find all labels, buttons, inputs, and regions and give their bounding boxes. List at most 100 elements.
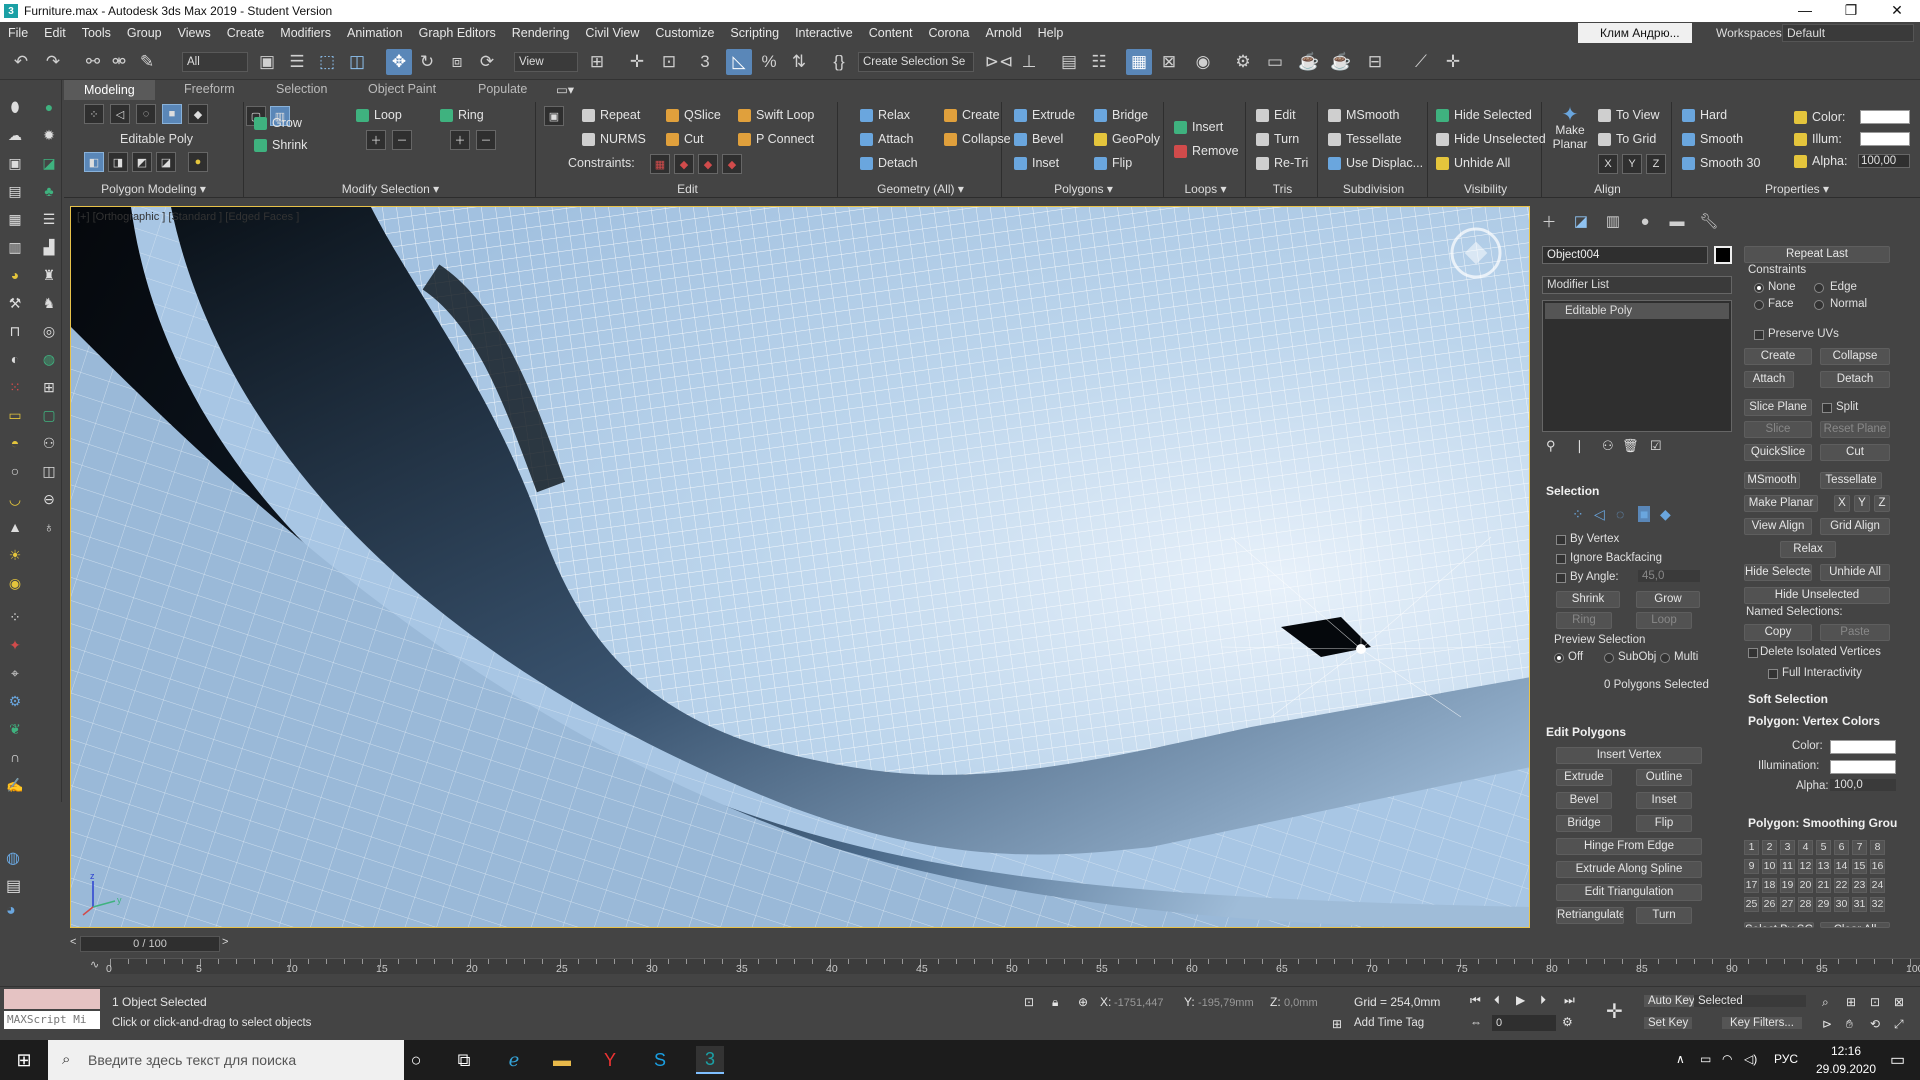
vertex-alpha-spinner[interactable]: 100,0: [1830, 779, 1896, 791]
layer-explorer-icon[interactable]: ▤: [1056, 49, 1082, 75]
hide-selected-button[interactable]: Hide Selected: [1436, 108, 1532, 122]
square-icon[interactable]: ▢: [38, 404, 60, 426]
geopoly-button[interactable]: GeoPoly: [1094, 132, 1160, 146]
toggle-ribbon-icon[interactable]: ☷: [1086, 49, 1112, 75]
mirror-icon[interactable]: ⊳⊲: [985, 49, 1014, 75]
grow-loop-plus-icon[interactable]: ＋: [366, 130, 386, 150]
remove-modifier-icon[interactable]: 🗑︎: [1622, 438, 1639, 454]
unhide-all-button-panel[interactable]: Unhide All: [1820, 564, 1890, 581]
user-account-dropdown[interactable]: Клим Андрю...: [1578, 23, 1692, 43]
select-place-icon[interactable]: ⟳: [474, 49, 500, 75]
select-scale-icon[interactable]: ⧈: [444, 49, 470, 75]
wifi-icon[interactable]: ◠: [1722, 1052, 1732, 1066]
grow-selection-button[interactable]: Grow: [1636, 591, 1700, 608]
smoothing-group-11-button[interactable]: 11: [1780, 859, 1795, 874]
use-displace-button[interactable]: Use Displac...: [1328, 156, 1423, 170]
loop-button[interactable]: Loop: [356, 108, 402, 122]
inset-button-panel[interactable]: Inset: [1636, 792, 1692, 809]
preserve-uvs-icon[interactable]: ▣: [544, 106, 564, 126]
render-setup-icon[interactable]: ⚙: [1230, 49, 1256, 75]
next-frame-icon[interactable]: ⏵: [1540, 993, 1546, 1008]
edit-polygons-rollout-header[interactable]: Edit Polygons: [1546, 725, 1626, 739]
preview-multi-radio[interactable]: [1660, 653, 1670, 663]
pivot-center-icon[interactable]: ⊞: [584, 49, 610, 75]
inset-button[interactable]: Inset: [1014, 156, 1059, 170]
polygon-mode-icon[interactable]: ■: [162, 104, 182, 124]
make-planar-button-panel[interactable]: Make Planar: [1744, 495, 1818, 512]
select-object-icon[interactable]: ▣: [254, 49, 280, 75]
smoothing-group-17-button[interactable]: 17: [1744, 878, 1759, 893]
stack-item-editable-poly[interactable]: Editable Poly: [1545, 303, 1729, 319]
tree-icon[interactable]: ♣: [38, 180, 60, 202]
bridge-button-panel[interactable]: Bridge: [1556, 815, 1612, 832]
turn-tris-button[interactable]: Turn: [1256, 132, 1299, 146]
relax-button[interactable]: Relax: [860, 108, 910, 122]
menu-tools[interactable]: Tools: [74, 26, 119, 40]
viewport-label[interactable]: [+] [Orthographic ] [Standard ] [Edged F…: [77, 211, 299, 223]
smoothing-group-27-button[interactable]: 27: [1780, 897, 1795, 912]
align-z-button[interactable]: Z: [1646, 154, 1666, 174]
msmooth-button-panel[interactable]: MSmooth: [1744, 472, 1800, 489]
constraint-normal-radio[interactable]: [1814, 300, 1824, 310]
bulb-icon[interactable]: ◕: [4, 264, 26, 286]
constraint-normal-icon[interactable]: ◆: [722, 154, 742, 174]
app-icon[interactable]: 3: [4, 4, 18, 18]
edit-triangulation-button[interactable]: Edit Triangulation: [1556, 884, 1702, 901]
group-icon[interactable]: ⚇: [38, 432, 60, 454]
repeat-button[interactable]: Repeat: [582, 108, 640, 122]
pan-icon[interactable]: ✋︎: [1846, 1017, 1853, 1032]
shrink-selection-button[interactable]: Shrink: [1556, 591, 1620, 608]
swift-loop-button[interactable]: Swift Loop: [738, 108, 814, 122]
view-align-button[interactable]: View Align: [1744, 518, 1812, 535]
element-subobj-icon[interactable]: ◆: [1660, 506, 1671, 523]
time-tag-icon[interactable]: ⊞: [1332, 1017, 1342, 1031]
redo-icon[interactable]: ↷: [40, 49, 66, 75]
vertex-color-swatch[interactable]: [1830, 740, 1896, 754]
ring-icon[interactable]: ◎: [38, 320, 60, 342]
file-explorer-icon[interactable]: ▬: [548, 1046, 576, 1074]
smoothing-group-16-button[interactable]: 16: [1870, 859, 1885, 874]
isolate-icon[interactable]: ⊡: [1024, 995, 1034, 1009]
insert-vertex-button[interactable]: Insert Vertex: [1556, 747, 1702, 764]
turn-button-panel[interactable]: Turn: [1636, 907, 1692, 924]
reference-coordinate-dropdown[interactable]: View: [514, 52, 578, 72]
collapse-button-panel[interactable]: Collapse: [1820, 348, 1890, 365]
smoothing-group-1-button[interactable]: 1: [1744, 840, 1759, 855]
align-to-grid-button[interactable]: To Grid: [1598, 132, 1656, 146]
smoothing-group-14-button[interactable]: 14: [1834, 859, 1849, 874]
keyboard-shortcut-icon[interactable]: ⊡: [656, 49, 682, 75]
smoothing-group-28-button[interactable]: 28: [1798, 897, 1813, 912]
polygons-group-title[interactable]: Polygons ▾: [1004, 182, 1163, 196]
make-planar-button[interactable]: ✦ Make Planar: [1550, 105, 1590, 151]
edit-tris-button[interactable]: Edit: [1256, 108, 1296, 122]
goto-start-icon[interactable]: ⏮: [1470, 993, 1481, 1008]
hierarchy-tab-icon[interactable]: ▥: [1602, 210, 1624, 232]
bind-space-warp-icon[interactable]: ✎: [134, 49, 160, 75]
undo-icon[interactable]: ↶: [8, 49, 34, 75]
time-slider[interactable]: 0 / 100: [80, 936, 220, 952]
world-icon[interactable]: ◕: [6, 902, 28, 924]
orthographic-viewport[interactable]: [+] [Orthographic ] [Standard ] [Edged F…: [70, 206, 1530, 928]
image-icon[interactable]: ▣: [4, 152, 26, 174]
smoothing-group-24-button[interactable]: 24: [1870, 878, 1885, 893]
retri-button[interactable]: Re-Tri: [1256, 156, 1308, 170]
detach-button[interactable]: Detach: [860, 156, 918, 170]
smoothing-group-31-button[interactable]: 31: [1852, 897, 1867, 912]
taskbar-search-field[interactable]: Введите здесь текст для поиска: [48, 1040, 404, 1080]
constraint-none-icon[interactable]: ▦: [650, 154, 670, 174]
gear-icon[interactable]: ⚙: [4, 690, 26, 712]
volume-icon[interactable]: ◁): [1744, 1052, 1757, 1066]
preview-off-radio[interactable]: [1554, 653, 1564, 663]
time-track[interactable]: 0 5 10 15 20 25 30 35 40 45 50 55 60 65 70 75 80 85 90 95 10…: [106, 958, 1920, 975]
maximize-viewport-icon[interactable]: ⤢: [1894, 1017, 1904, 1032]
ring-selection-button[interactable]: Ring: [1556, 612, 1612, 629]
render-iterative-icon[interactable]: ☕: [1328, 49, 1354, 75]
modify-selection-title[interactable]: Modify Selection ▾: [246, 182, 535, 196]
object-color-swatch[interactable]: [1714, 246, 1732, 264]
motion-tab-icon[interactable]: ●: [1634, 210, 1656, 232]
maxscript-output[interactable]: [4, 989, 100, 1009]
qslice-button[interactable]: QSlice: [666, 108, 721, 122]
smoothing-group-3-button[interactable]: 3: [1780, 840, 1795, 855]
slice-button[interactable]: Slice: [1744, 421, 1812, 438]
select-by-name-icon[interactable]: ☰: [284, 49, 310, 75]
